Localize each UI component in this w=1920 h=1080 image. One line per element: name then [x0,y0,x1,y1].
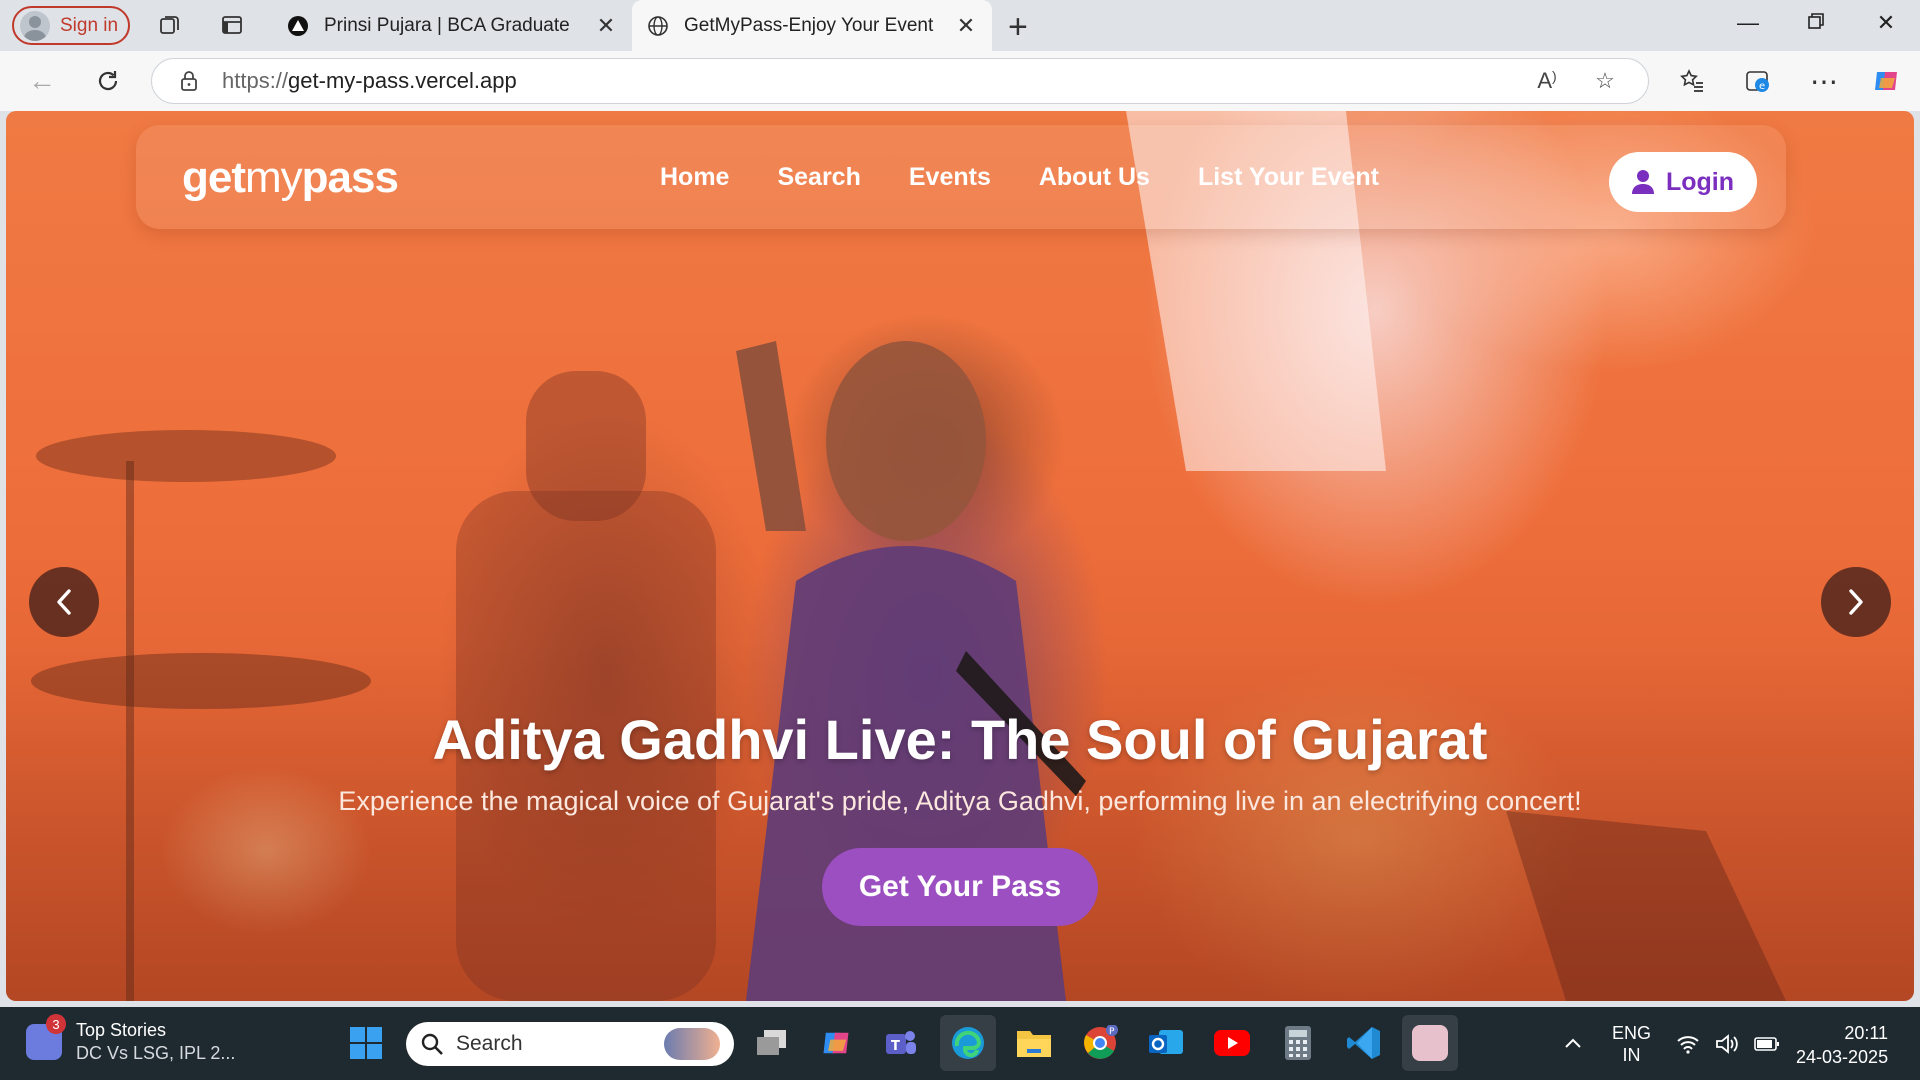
logo-part-my: my [245,153,303,202]
news-widget-icon: 3 [26,1014,66,1060]
browser-toolbar: ← https://get-my-pass.vercel.app A) ☆ e … [0,51,1920,111]
windows-start-icon[interactable] [346,1023,386,1063]
profile-avatar-icon [20,10,50,41]
youtube-icon[interactable] [1212,1023,1252,1063]
restore-icon[interactable] [1796,10,1836,36]
outlook-icon[interactable] [1146,1023,1186,1063]
file-explorer-icon[interactable] [1014,1023,1054,1063]
logo-part-get: get [182,153,246,202]
address-bar[interactable]: https://get-my-pass.vercel.app A) ☆ [151,58,1649,104]
vscode-icon[interactable] [1344,1023,1384,1063]
getmypass-logo[interactable]: getmypass [182,153,399,203]
svg-text:e: e [1759,81,1765,92]
refresh-icon[interactable] [90,63,126,99]
url-host: get-my-pass.vercel.app [288,68,517,93]
taskbar-search-label: Search [456,1032,523,1055]
sign-in-label: Sign in [60,14,119,36]
new-tab-plus-icon[interactable]: + [1008,8,1028,47]
close-window-icon[interactable]: ✕ [1866,10,1906,36]
news-badge: 3 [46,1014,66,1034]
logo-part-pass: pass [301,153,399,202]
news-subtitle: DC Vs LSG, IPL 2... [76,1043,236,1063]
calculator-icon[interactable] [1278,1023,1318,1063]
user-icon [1631,170,1654,194]
nav-home[interactable]: Home [660,163,729,192]
tab-getmypass[interactable]: GetMyPass-Enjoy Your Event ✕ [632,0,992,51]
chrome-icon[interactable]: P [1080,1023,1120,1063]
pinned-app-icon[interactable] [1402,1015,1458,1071]
tab-close-icon[interactable]: ✕ [954,13,978,39]
minimize-icon[interactable]: — [1728,10,1768,36]
tab-title: GetMyPass-Enjoy Your Event [684,14,934,36]
vertical-tabs-icon[interactable] [218,11,246,39]
nav-list-your-event[interactable]: List Your Event [1198,163,1379,192]
taskbar-clock[interactable]: 20:11 24-03-2025 [1796,1021,1888,1069]
back-arrow-icon[interactable]: ← [24,63,60,99]
svg-text:T: T [891,1039,900,1054]
page-viewport: getmypass Home Search Events About Us Li… [6,111,1914,1001]
more-options-icon[interactable]: ⋯ [1806,63,1842,99]
show-hidden-icons-chevron-up-icon[interactable] [1562,1007,1584,1080]
login-label: Login [1665,167,1735,196]
nav-search[interactable]: Search [777,163,860,192]
news-title: Top Stories [76,1020,167,1040]
volume-icon [1716,1033,1738,1054]
hero-subtitle: Experience the magical voice of Gujarat'… [338,786,1582,816]
system-tray-quick-settings[interactable] [1676,1007,1780,1080]
clock-date: 24-03-2025 [1796,1047,1889,1067]
tab-prinsi-pujara[interactable]: Prinsi Pujara | BCA Graduate ✕ [272,0,632,51]
lock-icon[interactable] [176,68,202,94]
main-menu: Home Search Events About Us List Your Ev… [660,163,1379,192]
get-your-pass-button[interactable]: Get Your Pass [822,848,1098,926]
login-button[interactable]: Login [1609,152,1757,212]
language-indicator[interactable]: ENG IN [1612,1007,1651,1080]
carousel-prev-button[interactable] [29,567,99,637]
teams-icon[interactable]: T [880,1023,920,1063]
nav-events[interactable]: Events [909,163,991,192]
url-protocol: https:// [222,68,289,93]
svg-text:P: P [1109,1027,1115,1037]
ie-mode-icon[interactable]: e [1740,63,1776,99]
battery-icon [1754,1036,1779,1051]
read-aloud-icon[interactable]: A) [1532,68,1562,94]
favorite-star-icon[interactable]: ☆ [1590,68,1620,94]
url-text[interactable]: https://get-my-pass.vercel.app [222,68,1532,94]
taskbar-search-box[interactable]: Search [406,1022,734,1066]
copilot-icon[interactable] [1868,63,1904,99]
workspaces-icon[interactable] [156,11,184,39]
tab-title: Prinsi Pujara | BCA Graduate [324,14,570,36]
task-view-icon[interactable] [752,1023,792,1063]
nav-about-us[interactable]: About Us [1039,163,1150,192]
windows-taskbar: 3 Top Stories DC Vs LSG, IPL 2... Search… [0,1007,1920,1080]
profile-sign-in-button[interactable]: Sign in [12,6,130,45]
chevron-right-icon [1849,589,1863,615]
browser-tab-strip: Sign in Prinsi Pujara | BCA Graduate ✕ G… [0,0,1920,51]
language-code: ENG [1612,1022,1652,1043]
region-code: IN [1622,1044,1641,1065]
chevron-left-icon [57,589,71,615]
favorites-list-icon[interactable] [1674,63,1710,99]
news-widget[interactable]: 3 Top Stories DC Vs LSG, IPL 2... [26,1014,236,1064]
search-highlight-icon [664,1028,720,1060]
tab-close-icon[interactable]: ✕ [594,13,618,39]
wifi-icon [1677,1035,1699,1054]
globe-icon [646,14,670,38]
edge-browser-icon[interactable] [940,1015,996,1071]
triangle-logo-icon [286,14,310,38]
copilot-taskbar-icon[interactable] [816,1023,856,1063]
search-icon [421,1033,443,1055]
clock-time: 20:11 [1844,1023,1889,1043]
hero-title: Aditya Gadhvi Live: The Soul of Gujarat [432,708,1488,771]
carousel-next-button[interactable] [1821,567,1891,637]
